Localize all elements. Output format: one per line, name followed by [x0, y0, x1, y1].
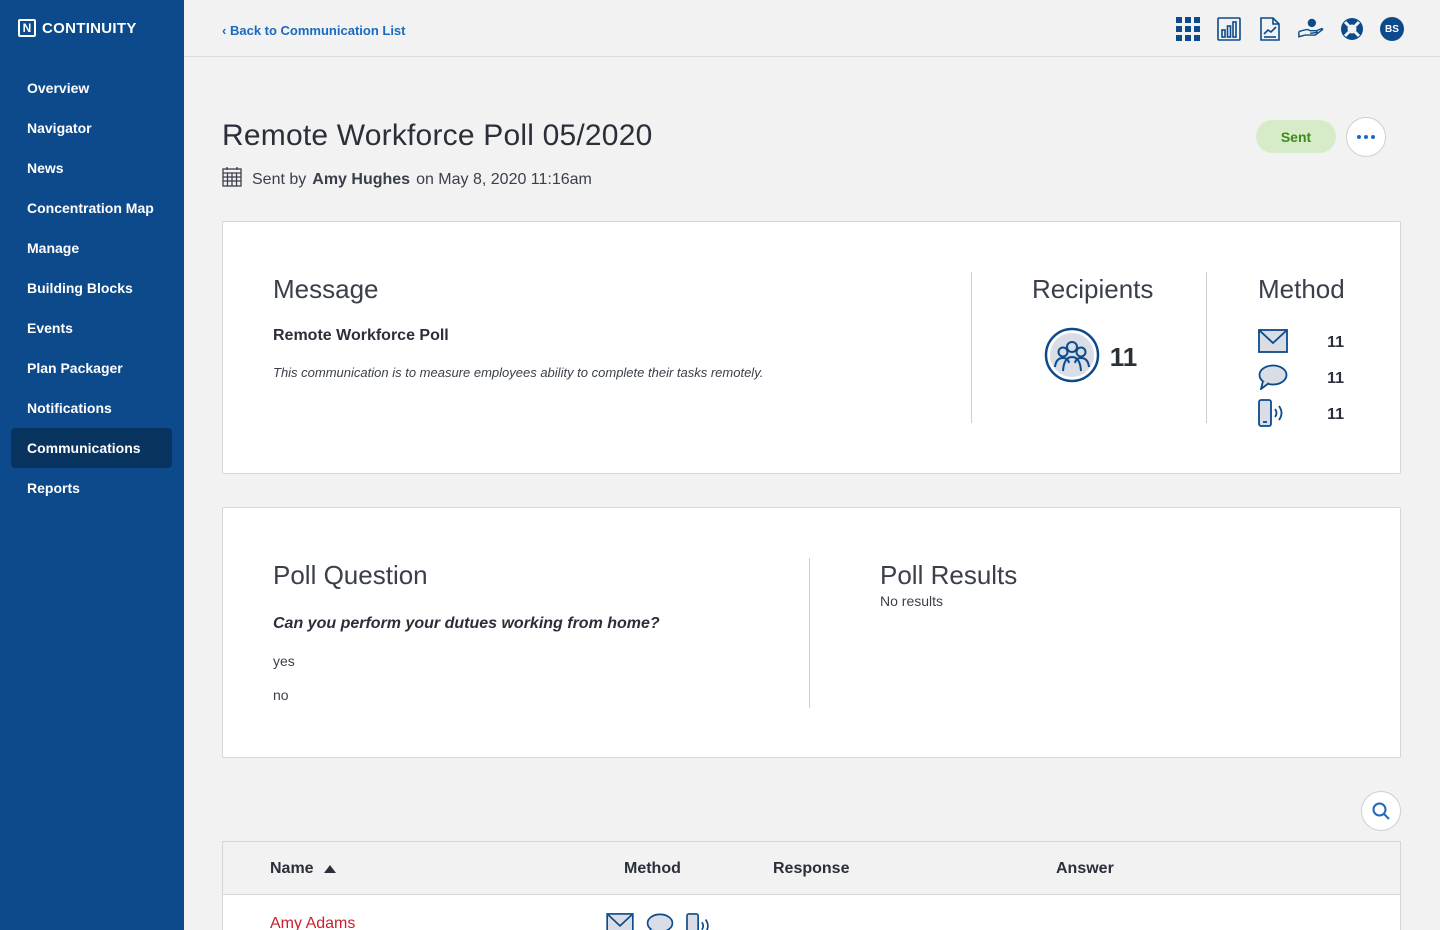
- sms-icon: [646, 913, 674, 930]
- sort-ascending-icon: [323, 865, 336, 873]
- sidebar-item-overview[interactable]: Overview: [0, 68, 184, 108]
- chevron-left-icon: ‹: [222, 23, 227, 38]
- method-count-email: 11: [1327, 334, 1344, 351]
- brand-name: CONTINUITY: [42, 19, 137, 37]
- recipients-summary: 11: [1032, 327, 1149, 388]
- poll-question-text: Can you perform your dutues working from…: [273, 615, 660, 632]
- apps-grid-icon[interactable]: [1175, 16, 1201, 42]
- poll-question-section: Poll Question Can you perform your dutue…: [273, 560, 660, 703]
- back-to-list-link[interactable]: ‹ Back to Communication List: [222, 23, 406, 38]
- sidebar-item-news[interactable]: News: [0, 148, 184, 188]
- status-badge: Sent: [1256, 120, 1336, 153]
- sender-name: Amy Hughes: [312, 170, 411, 188]
- column-header-answer[interactable]: Answer: [1056, 860, 1114, 878]
- phone-call-icon: [1258, 398, 1288, 432]
- phone-call-icon: [686, 913, 709, 930]
- search-button[interactable]: [1361, 791, 1401, 831]
- sidebar-item-concentration-map[interactable]: Concentration Map: [0, 188, 184, 228]
- message-subject: Remote Workforce Poll: [273, 327, 449, 344]
- bar-chart-icon[interactable]: [1216, 16, 1242, 42]
- message-card: Message Remote Workforce Poll This commu…: [222, 221, 1401, 474]
- recipients-table: Name Method Response Answer Amy Adams: [222, 841, 1401, 930]
- sidebar-item-communications[interactable]: Communications: [11, 428, 172, 468]
- message-section: Message Remote Workforce Poll This commu…: [273, 274, 763, 380]
- column-header-label: Name: [270, 860, 314, 877]
- search-icon: [1372, 802, 1390, 820]
- user-avatar[interactable]: BS: [1380, 17, 1404, 41]
- sent-prefix: Sent by: [252, 170, 307, 188]
- sidebar-item-reports[interactable]: Reports: [0, 468, 184, 508]
- ellipsis-icon: [1357, 135, 1375, 139]
- email-icon: [606, 913, 634, 930]
- method-section: Method 11 11 11: [1258, 274, 1348, 433]
- document-chart-icon[interactable]: [1257, 16, 1283, 42]
- sidebar-item-notifications[interactable]: Notifications: [0, 388, 184, 428]
- sidebar-item-navigator[interactable]: Navigator: [0, 108, 184, 148]
- column-header-name[interactable]: Name: [270, 860, 336, 878]
- recipient-name-link[interactable]: Amy Adams: [270, 915, 355, 930]
- method-row-phone: 11: [1258, 397, 1348, 433]
- method-list: 11 11 11: [1258, 325, 1348, 433]
- row-methods: [605, 913, 715, 930]
- sidebar-item-building-blocks[interactable]: Building Blocks: [0, 268, 184, 308]
- calendar-icon: [222, 167, 242, 192]
- recipients-heading: Recipients: [1032, 274, 1154, 304]
- sent-info: Sent by Amy Hughes on May 8, 2020 11:16a…: [222, 167, 592, 192]
- message-body: This communication is to measure employe…: [273, 365, 764, 380]
- sidebar: N CONTINUITY Overview Navigator News Con…: [0, 0, 184, 930]
- poll-question-heading: Poll Question: [273, 560, 428, 590]
- helping-hand-icon[interactable]: [1298, 16, 1324, 42]
- sent-date: on May 8, 2020 11:16am: [416, 170, 592, 188]
- recipients-section: Recipients 11: [1032, 274, 1154, 388]
- recipients-count: 11: [1109, 342, 1138, 372]
- table-header: Name Method Response Answer: [223, 842, 1400, 895]
- method-row-email: 11: [1258, 325, 1348, 361]
- more-options-button[interactable]: [1346, 117, 1386, 157]
- brand[interactable]: N CONTINUITY: [0, 0, 184, 56]
- method-count-phone: 11: [1327, 406, 1344, 423]
- brand-logo-icon: N: [18, 19, 36, 37]
- sidebar-item-events[interactable]: Events: [0, 308, 184, 348]
- column-header-response[interactable]: Response: [773, 860, 849, 878]
- poll-answer-option: yes: [273, 653, 295, 669]
- poll-card: Poll Question Can you perform your dutue…: [222, 507, 1401, 758]
- page-title: Remote Workforce Poll 05/2020: [222, 119, 653, 152]
- method-row-sms: 11: [1258, 361, 1348, 397]
- method-heading: Method: [1258, 274, 1345, 304]
- poll-answer-option: no: [273, 687, 289, 703]
- poll-results-empty: No results: [880, 593, 944, 609]
- email-icon: [1258, 328, 1288, 358]
- lifebuoy-icon[interactable]: [1339, 16, 1365, 42]
- sidebar-item-manage[interactable]: Manage: [0, 228, 184, 268]
- top-icons: BS: [1175, 16, 1404, 42]
- divider: [809, 558, 810, 708]
- message-heading: Message: [273, 274, 379, 304]
- column-header-method[interactable]: Method: [624, 860, 681, 878]
- back-link-label: Back to Communication List: [229, 23, 406, 38]
- topbar: ‹ Back to Communication List BS: [184, 0, 1440, 57]
- sidebar-nav: Overview Navigator News Concentration Ma…: [0, 68, 184, 508]
- divider: [1206, 272, 1207, 423]
- poll-results-heading: Poll Results: [880, 560, 1018, 590]
- group-icon: [1044, 327, 1100, 388]
- poll-results-section: Poll Results No results: [880, 560, 1017, 609]
- divider: [971, 272, 972, 423]
- sms-icon: [1258, 364, 1288, 395]
- method-count-sms: 11: [1327, 370, 1344, 387]
- sidebar-item-plan-packager[interactable]: Plan Packager: [0, 348, 184, 388]
- table-row: Amy Adams: [223, 895, 1400, 930]
